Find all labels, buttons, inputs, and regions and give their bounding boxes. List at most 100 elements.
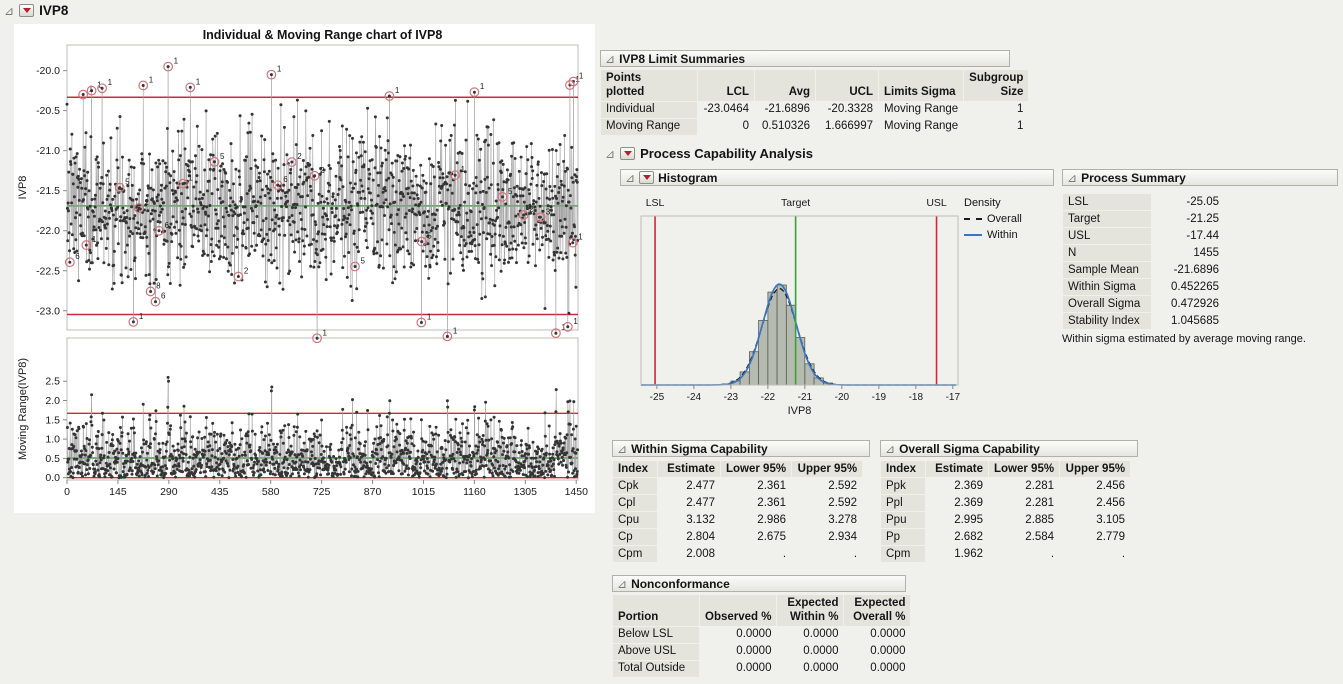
table-cell: 0.472926 — [1152, 296, 1224, 312]
table-cell: N — [1063, 245, 1151, 261]
legend-title: Density — [964, 197, 1044, 209]
svg-text:0.5: 0.5 — [45, 453, 60, 465]
table-cell: 2.779 — [1060, 529, 1130, 545]
red-triangle-icon — [643, 175, 651, 180]
red-triangle-menu-button[interactable] — [639, 171, 654, 184]
table-cell: Cp — [613, 529, 657, 545]
svg-text:0.0: 0.0 — [45, 472, 60, 484]
svg-text:5: 5 — [360, 256, 365, 265]
svg-text:145: 145 — [109, 486, 127, 498]
disclosure-triangle-icon[interactable]: ⊿ — [605, 148, 615, 160]
svg-text:-24: -24 — [687, 392, 702, 403]
limit-summaries-title: IVP8 Limit Summaries — [619, 52, 745, 66]
table-cell: Ppu — [881, 512, 925, 528]
svg-text:1: 1 — [139, 312, 144, 321]
table-cell: 2.804 — [658, 529, 720, 545]
capability-header: ⊿ Process Capability Analysis — [605, 146, 813, 161]
overall-capability-title: Overall Sigma Capability — [899, 442, 1040, 456]
svg-text:2: 2 — [144, 198, 149, 207]
table-row: Cp2.8042.6752.934 — [613, 529, 862, 545]
legend-item-within: Within — [964, 229, 1044, 241]
imr-chart-panel: Individual & Moving Range chart of IVP8 … — [14, 24, 595, 513]
svg-text:-23.0: -23.0 — [36, 305, 60, 317]
table-cell: Within Sigma — [1063, 279, 1151, 295]
svg-text:1015: 1015 — [412, 486, 436, 498]
table-cell: 0 — [698, 119, 754, 135]
svg-text:580: 580 — [262, 486, 280, 498]
table-cell: Sample Mean — [1063, 262, 1151, 278]
table-row: Stability Index1.045685 — [1063, 313, 1224, 329]
table-header-cell: Limits Sigma — [879, 70, 963, 101]
table-cell: . — [721, 546, 791, 562]
svg-text:-20.5: -20.5 — [36, 105, 60, 117]
within-capability-title: Within Sigma Capability — [631, 442, 768, 456]
table-cell: 2.361 — [721, 478, 791, 494]
table-cell: Moving Range — [879, 119, 963, 135]
table-cell: 3.105 — [1060, 512, 1130, 528]
svg-text:1: 1 — [573, 317, 578, 326]
table-cell: 2.477 — [658, 478, 720, 494]
red-triangle-menu-button[interactable] — [620, 147, 635, 160]
table-header-cell: Points plotted — [601, 70, 697, 101]
table-cell: Pp — [881, 529, 925, 545]
svg-text:6: 6 — [283, 175, 288, 184]
table-cell: 0.0000 — [700, 644, 776, 660]
disclosure-triangle-icon[interactable]: ⊿ — [625, 172, 635, 184]
within-capability-header: ⊿ Within Sigma Capability — [612, 440, 870, 457]
table-row: LSL-25.05 — [1063, 194, 1224, 210]
table-cell: 2.584 — [989, 529, 1059, 545]
disclosure-triangle-icon[interactable]: ⊿ — [617, 443, 627, 455]
svg-text:1: 1 — [149, 75, 154, 84]
table-row: Above USL0.00000.00000.0000 — [613, 644, 910, 660]
svg-text:1: 1 — [174, 57, 179, 66]
table-cell: Stability Index — [1063, 313, 1151, 329]
svg-text:1: 1 — [277, 65, 282, 74]
table-header-cell: Avg — [755, 70, 815, 101]
process-summary-header: ⊿ Process Summary — [1062, 169, 1338, 186]
svg-text:5: 5 — [125, 178, 130, 187]
table-row: Pp2.6822.5842.779 — [881, 529, 1130, 545]
table-cell: 2.885 — [989, 512, 1059, 528]
report-root-header: ⊿ IVP8 — [4, 3, 68, 18]
disclosure-triangle-icon[interactable]: ⊿ — [885, 443, 895, 455]
svg-text:1160: 1160 — [463, 486, 486, 498]
disclosure-triangle-icon[interactable]: ⊿ — [4, 5, 14, 17]
table-cell: 2.592 — [792, 478, 862, 494]
limit-summaries-header: ⊿ IVP8 Limit Summaries — [600, 50, 1010, 67]
table-cell: -17.44 — [1152, 228, 1224, 244]
svg-text:6: 6 — [161, 292, 166, 301]
svg-text:IVP8: IVP8 — [17, 176, 29, 200]
table-header-cell: Observed % — [700, 595, 776, 626]
svg-text:1: 1 — [196, 77, 201, 86]
table-cell: . — [792, 546, 862, 562]
svg-text:1: 1 — [453, 326, 458, 335]
svg-text:-23: -23 — [724, 392, 739, 403]
table-cell: 3.132 — [658, 512, 720, 528]
imr-chart-canvas[interactable]: -20.0-20.5-21.0-21.5-22.0-22.5-23.00.00.… — [14, 24, 595, 513]
histogram-canvas[interactable]: LSLTargetUSL-25-24-23-22-21-20-19-18-17I… — [628, 190, 988, 425]
disclosure-triangle-icon[interactable]: ⊿ — [605, 53, 615, 65]
table-header-cell: Expected Overall % — [844, 595, 910, 626]
svg-text:IVP8: IVP8 — [788, 405, 812, 417]
within-capability-table: IndexEstimateLower 95%Upper 95%Cpk2.4772… — [612, 460, 863, 563]
red-triangle-menu-button[interactable] — [19, 4, 34, 17]
table-cell: 0.0000 — [844, 627, 910, 643]
disclosure-triangle-icon[interactable]: ⊿ — [617, 578, 627, 590]
table-row: USL-17.44 — [1063, 228, 1224, 244]
table-cell: -21.6896 — [1152, 262, 1224, 278]
table-cell: Below LSL — [613, 627, 699, 643]
table-row: Below LSL0.00000.00000.0000 — [613, 627, 910, 643]
table-cell: Individual — [601, 102, 697, 118]
table-cell: 0.0000 — [700, 661, 776, 677]
table-header-cell: Estimate — [658, 461, 720, 477]
histogram-title: Histogram — [658, 171, 717, 185]
table-cell: 0.0000 — [700, 627, 776, 643]
svg-text:5: 5 — [220, 152, 225, 161]
nonconformance-title: Nonconformance — [631, 577, 730, 591]
table-cell: . — [989, 546, 1059, 562]
disclosure-triangle-icon[interactable]: ⊿ — [1067, 172, 1077, 184]
svg-text:-20: -20 — [835, 392, 850, 403]
red-triangle-icon — [23, 8, 31, 13]
report-title: IVP8 — [39, 3, 68, 18]
capability-title: Process Capability Analysis — [640, 146, 813, 161]
